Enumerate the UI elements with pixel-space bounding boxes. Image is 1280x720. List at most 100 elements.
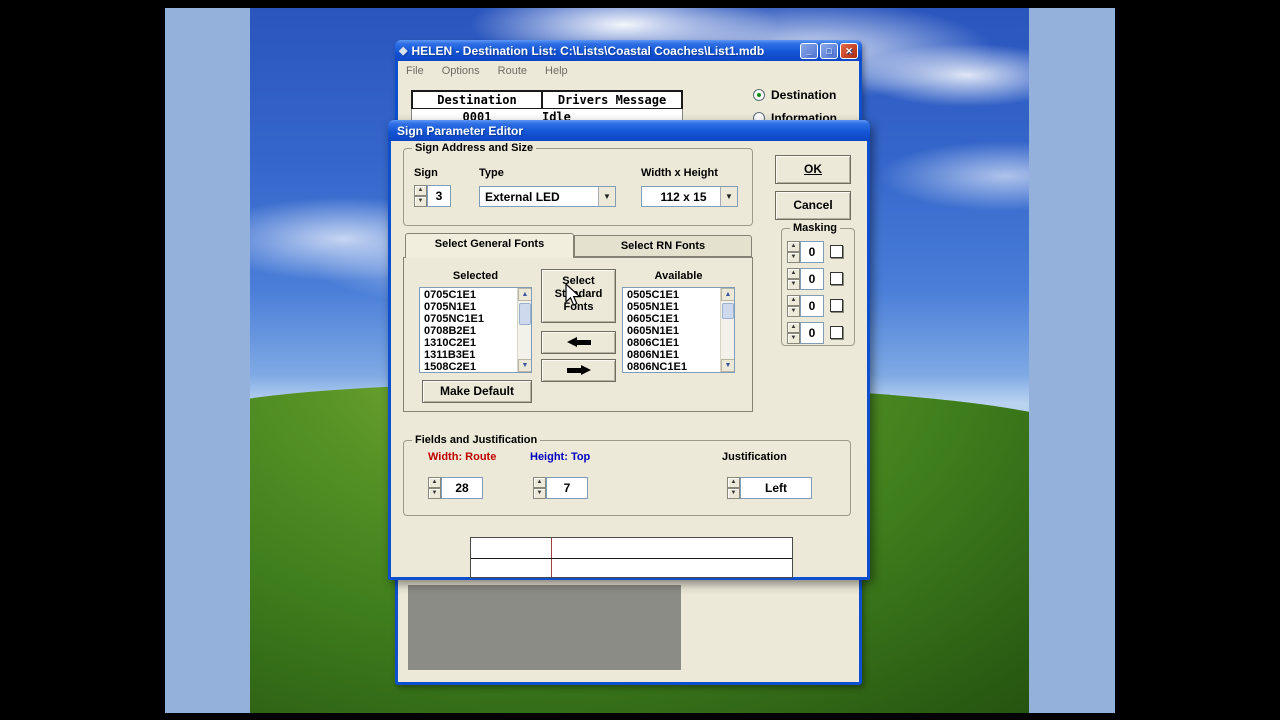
height-value-field[interactable]: 7 [546, 477, 588, 499]
list-item[interactable]: 1311B3E1 [421, 349, 516, 361]
spin-down-icon[interactable]: ▼ [533, 488, 546, 499]
mask-value-field[interactable]: 0 [800, 295, 824, 317]
mask-spin-buttons[interactable]: ▲ ▼ [787, 295, 800, 317]
list-item[interactable]: 1310C2E1 [421, 337, 516, 349]
mask-value-field[interactable]: 0 [800, 241, 824, 263]
mask-checkbox[interactable] [830, 299, 843, 312]
masking-row: ▲ ▼ 0 [787, 322, 824, 344]
width-route-label: Width: Route [428, 451, 497, 463]
list-item[interactable]: 0806C1E1 [624, 337, 719, 349]
menu-help[interactable]: Help [545, 65, 568, 77]
cancel-button-label: Cancel [793, 198, 833, 212]
mask-checkbox[interactable] [830, 245, 843, 258]
list-item[interactable]: 0705NC1E1 [421, 313, 516, 325]
spin-down-icon[interactable]: ▼ [787, 306, 800, 317]
mask-checkbox[interactable] [830, 272, 843, 285]
spin-up-icon[interactable]: ▲ [787, 322, 800, 333]
size-dropdown[interactable]: 112 x 15 ▼ [641, 186, 738, 207]
mask-spin-buttons[interactable]: ▲ ▼ [787, 241, 800, 263]
spin-down-icon[interactable]: ▼ [787, 279, 800, 290]
available-fonts-list[interactable]: 0505C1E1 0505N1E1 0605C1E1 0605N1E1 0806… [622, 287, 735, 373]
mask-spin-buttons[interactable]: ▲ ▼ [787, 322, 800, 344]
cancel-button[interactable]: Cancel [775, 191, 851, 220]
justification-stepper[interactable]: ▲ ▼ Left [727, 477, 812, 499]
selected-fonts-list[interactable]: 0705C1E1 0705N1E1 0705NC1E1 0708B2E1 131… [419, 287, 532, 373]
sign-spin-buttons[interactable]: ▲ ▼ [414, 185, 427, 207]
spin-up-icon[interactable]: ▲ [727, 477, 740, 488]
scroll-up-icon[interactable]: ▲ [721, 288, 734, 301]
width-spin-buttons[interactable]: ▲ ▼ [428, 477, 441, 499]
make-default-button[interactable]: Make Default [422, 380, 532, 403]
available-list-scrollbar[interactable]: ▲ ▼ [720, 288, 734, 372]
spin-up-icon[interactable]: ▲ [787, 241, 800, 252]
sign-type-dropdown[interactable]: External LED ▼ [479, 186, 616, 207]
sign-address-size-label: Sign Address and Size [412, 142, 537, 154]
justification-value-field[interactable]: Left [740, 477, 812, 499]
move-right-button[interactable] [541, 359, 616, 382]
dialog-title-bar[interactable]: Sign Parameter Editor [388, 120, 870, 141]
list-item[interactable]: 0605N1E1 [624, 325, 719, 337]
masking-row: ▲ ▼ 0 [787, 241, 824, 263]
list-item[interactable]: 0708B2E1 [421, 325, 516, 337]
scroll-up-icon[interactable]: ▲ [518, 288, 531, 301]
spin-down-icon[interactable]: ▼ [787, 333, 800, 344]
spin-up-icon[interactable]: ▲ [414, 185, 427, 196]
list-item[interactable]: 0505C1E1 [624, 289, 719, 301]
available-list-label: Available [654, 270, 703, 282]
list-item[interactable]: 0705N1E1 [421, 301, 516, 313]
sign-number-stepper[interactable]: ▲ ▼ 3 [414, 185, 451, 207]
spin-up-icon[interactable]: ▲ [428, 477, 441, 488]
justification-spin-buttons[interactable]: ▲ ▼ [727, 477, 740, 499]
scroll-thumb[interactable] [722, 303, 734, 319]
height-stepper[interactable]: ▲ ▼ 7 [533, 477, 588, 499]
sign-parameter-editor-dialog: Sign Parameter Editor Sign Address and S… [388, 120, 870, 580]
spin-up-icon[interactable]: ▲ [787, 268, 800, 279]
selected-list-scrollbar[interactable]: ▲ ▼ [517, 288, 531, 372]
list-item[interactable]: 1508C2E1 [421, 361, 516, 372]
close-button[interactable]: ✕ [840, 42, 858, 59]
list-item[interactable]: 0705C1E1 [421, 289, 516, 301]
menu-route[interactable]: Route [498, 65, 527, 77]
chevron-down-icon[interactable]: ▼ [720, 187, 737, 206]
width-height-label: Width x Height [641, 167, 718, 179]
scroll-down-icon[interactable]: ▼ [518, 359, 531, 372]
arrow-right-icon [566, 365, 592, 375]
spin-up-icon[interactable]: ▲ [533, 477, 546, 488]
width-stepper[interactable]: ▲ ▼ 28 [428, 477, 483, 499]
fields-justification-group: Fields and Justification Width: Route He… [403, 434, 851, 516]
ok-button[interactable]: OK [775, 155, 851, 184]
menu-options[interactable]: Options [442, 65, 480, 77]
mask-spin-buttons[interactable]: ▲ ▼ [787, 268, 800, 290]
ok-button-label: OK [804, 162, 822, 176]
mask-value-field[interactable]: 0 [800, 268, 824, 290]
sign-number-field[interactable]: 3 [427, 185, 451, 207]
scroll-down-icon[interactable]: ▼ [721, 359, 734, 372]
move-left-button[interactable] [541, 331, 616, 354]
maximize-button[interactable]: □ [820, 42, 838, 59]
width-value-field[interactable]: 28 [441, 477, 483, 499]
main-title-bar[interactable]: ◆ HELEN - Destination List: C:\Lists\Coa… [395, 40, 862, 61]
mask-checkbox[interactable] [830, 326, 843, 339]
spin-down-icon[interactable]: ▼ [428, 488, 441, 499]
menu-file[interactable]: File [406, 65, 424, 77]
spin-down-icon[interactable]: ▼ [727, 488, 740, 499]
list-item[interactable]: 0505N1E1 [624, 301, 719, 313]
chevron-down-icon[interactable]: ▼ [598, 187, 615, 206]
mask-value-field[interactable]: 0 [800, 322, 824, 344]
spin-up-icon[interactable]: ▲ [787, 295, 800, 306]
list-item[interactable]: 0806NC1E1 [624, 361, 719, 372]
radio-destination-icon [753, 89, 765, 101]
tab-select-general-fonts[interactable]: Select General Fonts [405, 233, 574, 258]
height-spin-buttons[interactable]: ▲ ▼ [533, 477, 546, 499]
spin-down-icon[interactable]: ▼ [414, 196, 427, 207]
list-item[interactable]: 0806N1E1 [624, 349, 719, 361]
radio-destination[interactable]: Destination [753, 88, 853, 102]
sign-preview-table [470, 537, 793, 578]
preview-row-divider [471, 558, 792, 559]
tab-select-rn-fonts[interactable]: Select RN Fonts [574, 235, 752, 257]
minimize-button[interactable]: _ [800, 42, 818, 59]
make-default-label: Make Default [439, 384, 515, 398]
scroll-thumb[interactable] [519, 303, 531, 325]
spin-down-icon[interactable]: ▼ [787, 252, 800, 263]
list-item[interactable]: 0605C1E1 [624, 313, 719, 325]
